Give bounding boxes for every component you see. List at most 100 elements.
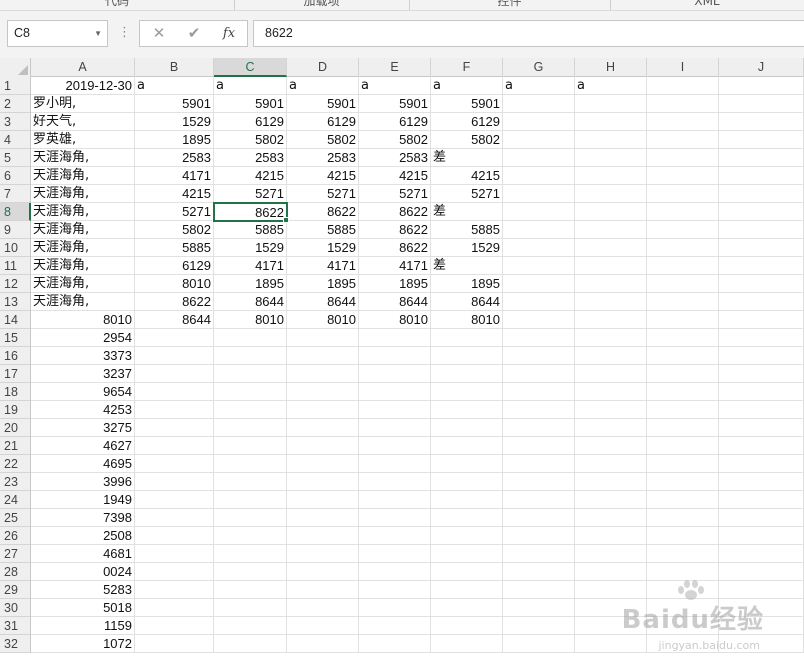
cell-c6[interactable]: 4215 <box>214 167 287 185</box>
cell-b13[interactable]: 8622 <box>135 293 214 311</box>
cell-i9[interactable] <box>647 221 719 239</box>
formula-input[interactable]: 8622 <box>253 20 804 47</box>
cell-g18[interactable] <box>503 383 575 401</box>
cell-a18[interactable]: 9654 <box>31 383 135 401</box>
cell-d16[interactable] <box>287 347 359 365</box>
cell-e13[interactable]: 8644 <box>359 293 431 311</box>
row-header-26[interactable]: 26 <box>0 527 31 545</box>
cell-b7[interactable]: 4215 <box>135 185 214 203</box>
row-header-19[interactable]: 19 <box>0 401 31 419</box>
cell-j12[interactable] <box>719 275 804 293</box>
cell-j16[interactable] <box>719 347 804 365</box>
cell-e12[interactable]: 1895 <box>359 275 431 293</box>
cell-i28[interactable] <box>647 563 719 581</box>
cell-c28[interactable] <box>214 563 287 581</box>
cell-e31[interactable] <box>359 617 431 635</box>
cell-j2[interactable] <box>719 95 804 113</box>
cell-h28[interactable] <box>575 563 647 581</box>
cell-e26[interactable] <box>359 527 431 545</box>
cell-f24[interactable] <box>431 491 503 509</box>
cell-h4[interactable] <box>575 131 647 149</box>
row-header-24[interactable]: 24 <box>0 491 31 509</box>
cell-j21[interactable] <box>719 437 804 455</box>
cell-j25[interactable] <box>719 509 804 527</box>
cell-i6[interactable] <box>647 167 719 185</box>
cell-d26[interactable] <box>287 527 359 545</box>
cell-j27[interactable] <box>719 545 804 563</box>
cell-a5[interactable]: 天涯海角, <box>31 149 135 167</box>
cell-b4[interactable]: 1895 <box>135 131 214 149</box>
cell-f30[interactable] <box>431 599 503 617</box>
cell-g28[interactable] <box>503 563 575 581</box>
cell-h13[interactable] <box>575 293 647 311</box>
cell-b22[interactable] <box>135 455 214 473</box>
cell-h11[interactable] <box>575 257 647 275</box>
cell-e6[interactable]: 4215 <box>359 167 431 185</box>
cell-h20[interactable] <box>575 419 647 437</box>
cell-i4[interactable] <box>647 131 719 149</box>
cell-a24[interactable]: 1949 <box>31 491 135 509</box>
cell-c25[interactable] <box>214 509 287 527</box>
cell-b11[interactable]: 6129 <box>135 257 214 275</box>
cell-h10[interactable] <box>575 239 647 257</box>
row-header-18[interactable]: 18 <box>0 383 31 401</box>
cell-b19[interactable] <box>135 401 214 419</box>
cell-g21[interactable] <box>503 437 575 455</box>
select-all-button[interactable] <box>0 58 31 77</box>
cell-g25[interactable] <box>503 509 575 527</box>
cell-e5[interactable]: 2583 <box>359 149 431 167</box>
cell-c31[interactable] <box>214 617 287 635</box>
column-header-g[interactable]: G <box>503 58 575 77</box>
cell-d19[interactable] <box>287 401 359 419</box>
cell-f5[interactable]: 差 <box>431 149 503 167</box>
cell-c19[interactable] <box>214 401 287 419</box>
cell-j23[interactable] <box>719 473 804 491</box>
cell-g16[interactable] <box>503 347 575 365</box>
cell-d6[interactable]: 4215 <box>287 167 359 185</box>
cell-j6[interactable] <box>719 167 804 185</box>
row-header-7[interactable]: 7 <box>0 185 31 203</box>
cell-h29[interactable] <box>575 581 647 599</box>
cell-a22[interactable]: 4695 <box>31 455 135 473</box>
cell-f8[interactable]: 差 <box>431 203 503 221</box>
cell-j19[interactable] <box>719 401 804 419</box>
cell-h14[interactable] <box>575 311 647 329</box>
cell-i8[interactable] <box>647 203 719 221</box>
cell-d21[interactable] <box>287 437 359 455</box>
row-header-12[interactable]: 12 <box>0 275 31 293</box>
cell-f12[interactable]: 1895 <box>431 275 503 293</box>
cell-a25[interactable]: 7398 <box>31 509 135 527</box>
row-header-21[interactable]: 21 <box>0 437 31 455</box>
cell-i15[interactable] <box>647 329 719 347</box>
cell-b6[interactable]: 4171 <box>135 167 214 185</box>
cell-f17[interactable] <box>431 365 503 383</box>
cell-h1[interactable]: a <box>575 77 647 95</box>
cell-b16[interactable] <box>135 347 214 365</box>
cell-f9[interactable]: 5885 <box>431 221 503 239</box>
cell-f4[interactable]: 5802 <box>431 131 503 149</box>
cell-b25[interactable] <box>135 509 214 527</box>
cell-g31[interactable] <box>503 617 575 635</box>
cell-i21[interactable] <box>647 437 719 455</box>
cell-d7[interactable]: 5271 <box>287 185 359 203</box>
cell-i30[interactable] <box>647 599 719 617</box>
row-header-22[interactable]: 22 <box>0 455 31 473</box>
cell-g5[interactable] <box>503 149 575 167</box>
cell-g4[interactable] <box>503 131 575 149</box>
cell-d28[interactable] <box>287 563 359 581</box>
column-header-c[interactable]: C <box>214 58 287 77</box>
cell-j14[interactable] <box>719 311 804 329</box>
cell-i32[interactable] <box>647 635 719 653</box>
row-header-28[interactable]: 28 <box>0 563 31 581</box>
cell-d15[interactable] <box>287 329 359 347</box>
cell-b9[interactable]: 5802 <box>135 221 214 239</box>
cell-i11[interactable] <box>647 257 719 275</box>
cell-e15[interactable] <box>359 329 431 347</box>
cell-d14[interactable]: 8010 <box>287 311 359 329</box>
cell-a15[interactable]: 2954 <box>31 329 135 347</box>
cell-h21[interactable] <box>575 437 647 455</box>
cell-h3[interactable] <box>575 113 647 131</box>
cell-c2[interactable]: 5901 <box>214 95 287 113</box>
row-header-2[interactable]: 2 <box>0 95 31 113</box>
cell-a13[interactable]: 天涯海角, <box>31 293 135 311</box>
